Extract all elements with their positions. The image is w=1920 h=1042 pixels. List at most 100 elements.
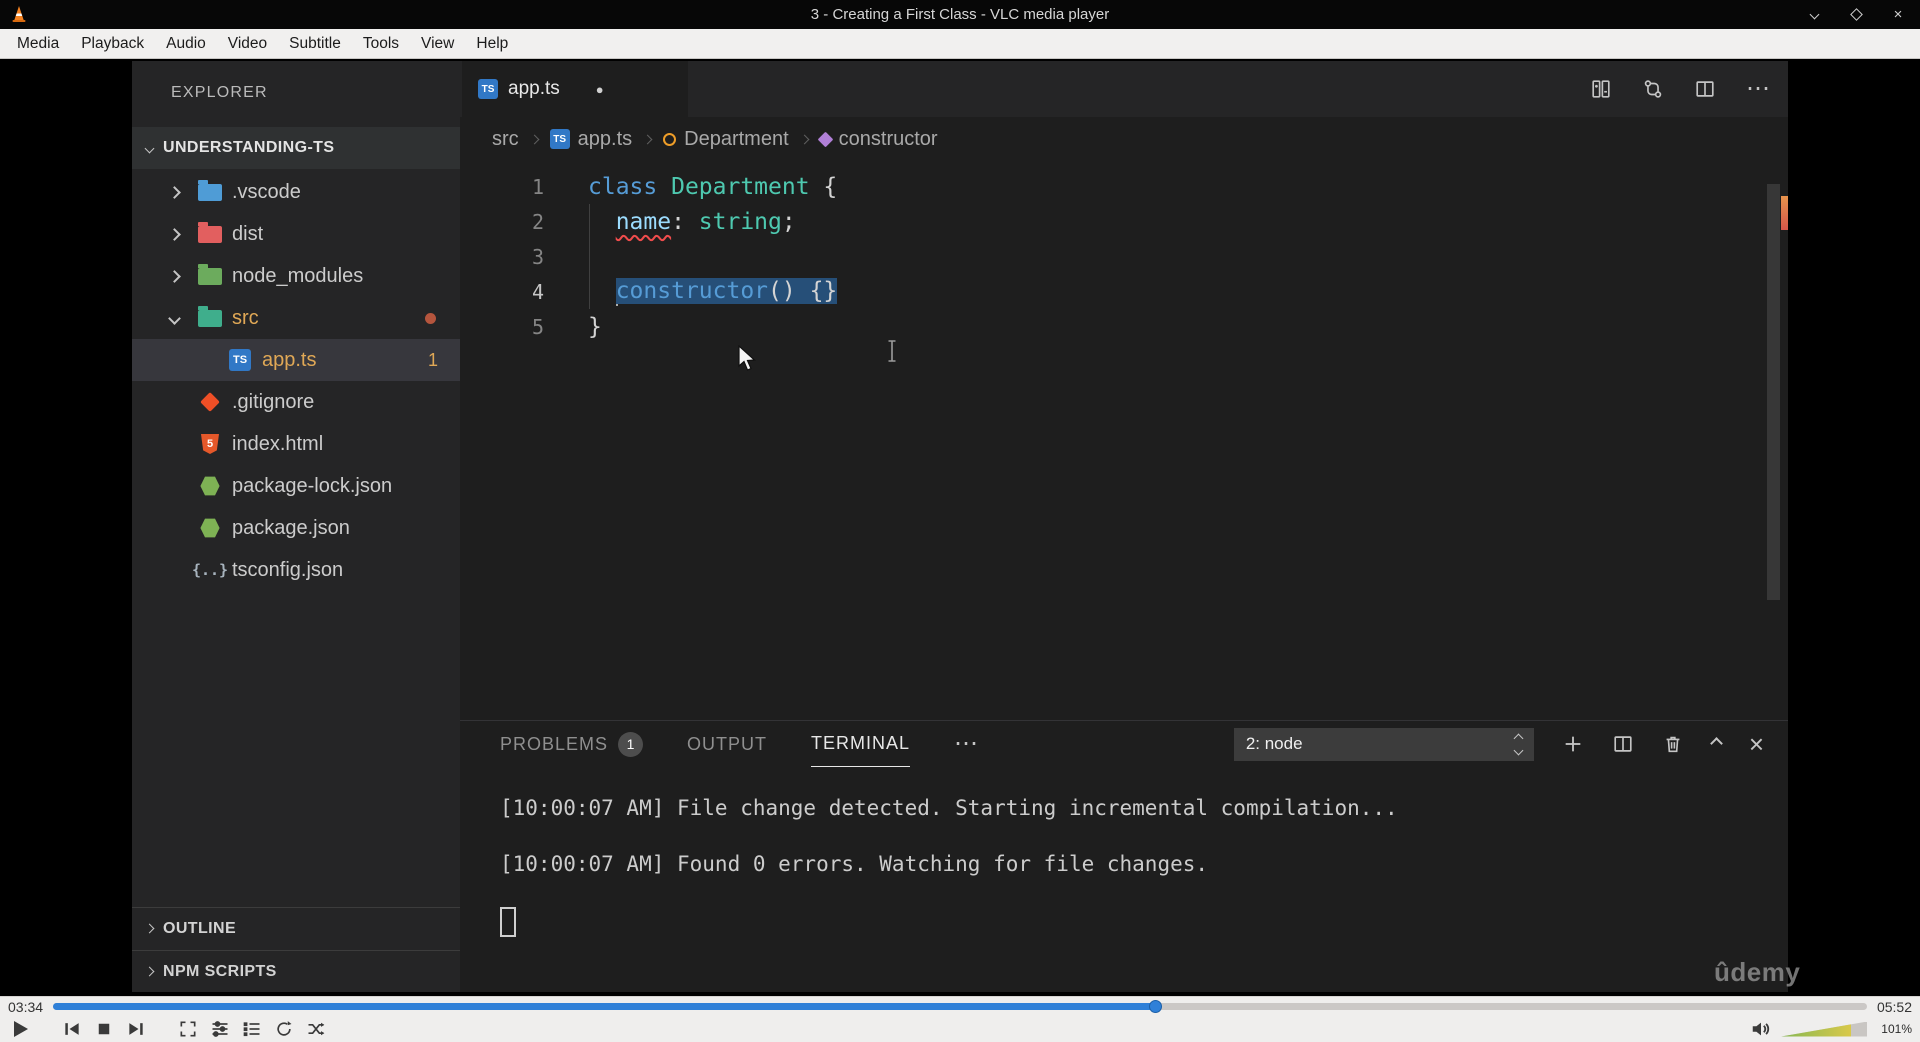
sidebar-item-package-json[interactable]: package.json: [132, 507, 460, 549]
folder-icon: [198, 221, 222, 243]
split-editor-icon[interactable]: [1694, 78, 1716, 100]
fullscreen-button[interactable]: [176, 1017, 200, 1041]
git-file-icon: [200, 392, 220, 412]
menu-subtitle[interactable]: Subtitle: [278, 29, 352, 58]
vlc-window: 3 - Creating a First Class - VLC media p…: [0, 0, 1920, 1042]
folder-icon: [198, 305, 222, 327]
tsconfig-file-icon: {..}: [191, 561, 229, 579]
unsaved-dot-icon: ●: [595, 81, 604, 97]
terminal-output[interactable]: [10:00:07 AM] File change detected. Star…: [460, 767, 1788, 993]
chevron-right-icon: [168, 185, 181, 199]
random-button[interactable]: [304, 1017, 328, 1041]
menu-view[interactable]: View: [410, 29, 465, 58]
terminal-cursor: [500, 907, 516, 937]
playlist-button[interactable]: [240, 1017, 264, 1041]
breadcrumb-department[interactable]: Department: [663, 128, 789, 151]
breadcrumb-constructor[interactable]: constructor: [817, 128, 938, 151]
typescript-file-icon: TS: [478, 79, 498, 99]
code-area[interactable]: 1 class Department { 2 name: string; 3 4…: [460, 161, 1788, 720]
git-compare-icon[interactable]: [1642, 78, 1664, 100]
menu-audio[interactable]: Audio: [155, 29, 217, 58]
more-actions-icon[interactable]: ⋯: [1746, 77, 1770, 101]
menu-media[interactable]: Media: [6, 29, 70, 58]
sidebar-item-src[interactable]: src: [132, 297, 460, 339]
video-area[interactable]: EXPLORER UNDERSTANDING-TS .vscode dist n…: [0, 59, 1920, 996]
typescript-file-icon: TS: [229, 349, 251, 371]
chevron-right-icon: [642, 134, 653, 144]
chevron-down-icon: [144, 143, 155, 153]
previous-button[interactable]: [60, 1017, 84, 1041]
code-line: 1 class Department {: [531, 173, 838, 200]
sidebar-item-app-ts[interactable]: TS app.ts 1: [132, 339, 460, 381]
split-terminal-icon[interactable]: [1612, 733, 1634, 755]
minimize-button[interactable]: [1806, 7, 1822, 23]
constructor-symbol-icon: [817, 131, 833, 147]
terminal-panel: PROBLEMS 1 OUTPUT TERMINAL ⋯ 2: node × […: [460, 720, 1788, 992]
tab-output[interactable]: OUTPUT: [687, 721, 767, 767]
code-line: 2 name: string;: [531, 208, 796, 235]
typescript-file-icon: TS: [549, 129, 570, 149]
stop-button[interactable]: [92, 1017, 116, 1041]
chevron-right-icon: [799, 134, 810, 144]
text-selection: constructor() {}: [615, 278, 838, 304]
sidebar-item-package-lock-json[interactable]: package-lock.json: [132, 465, 460, 507]
sidebar-item-tsconfig-json[interactable]: {..} tsconfig.json: [132, 549, 460, 591]
tab-terminal[interactable]: TERMINAL: [811, 721, 911, 767]
tab-problems[interactable]: PROBLEMS 1: [500, 721, 644, 767]
vlc-menubar: Media Playback Audio Video Subtitle Tool…: [0, 29, 1920, 59]
file-tree: .vscode dist node_modules src TS app.ts …: [132, 171, 460, 591]
open-changes-icon[interactable]: [1590, 78, 1612, 100]
chevron-down-icon: [168, 311, 181, 325]
code-line: 4 constructor() {}: [531, 277, 838, 306]
sidebar-item-node-modules[interactable]: node_modules: [132, 255, 460, 297]
chevron-right-icon: [168, 227, 181, 241]
folder-icon: [198, 263, 222, 285]
menu-help[interactable]: Help: [465, 29, 519, 58]
vlc-titlebar: 3 - Creating a First Class - VLC media p…: [0, 0, 1920, 29]
menu-video[interactable]: Video: [217, 29, 278, 58]
sidebar-item-vscode[interactable]: .vscode: [132, 171, 460, 213]
tab-app-ts[interactable]: TS app.ts ●: [462, 61, 688, 117]
extended-settings-button[interactable]: [208, 1017, 232, 1041]
menu-playback[interactable]: Playback: [70, 29, 155, 58]
next-button[interactable]: [124, 1017, 148, 1041]
breadcrumb-app-ts[interactable]: TS app.ts: [549, 128, 632, 151]
seek-slider[interactable]: [53, 1000, 1867, 1013]
select-arrows-icon: [1513, 733, 1524, 755]
chevron-right-icon: [529, 134, 540, 144]
vlc-seekbar-row: 03:34 05:52: [0, 996, 1920, 1016]
maximize-panel-icon[interactable]: [1709, 735, 1723, 753]
elapsed-time: 03:34: [8, 998, 44, 1015]
terminal-selector[interactable]: 2: node: [1233, 727, 1534, 761]
seek-handle[interactable]: [1148, 1000, 1162, 1013]
sidebar-section-npm-scripts[interactable]: NPM SCRIPTS: [132, 950, 460, 992]
new-terminal-icon[interactable]: [1562, 733, 1584, 755]
window-title: 3 - Creating a First Class - VLC media p…: [810, 6, 1110, 23]
sidebar-item-index-html[interactable]: 5 index.html: [132, 423, 460, 465]
maximize-button[interactable]: [1848, 7, 1864, 23]
sidebar-section-outline[interactable]: OUTLINE: [132, 907, 460, 949]
class-symbol-icon: [663, 132, 677, 146]
panel-more-actions-icon[interactable]: ⋯: [954, 732, 978, 756]
chevron-right-icon: [144, 966, 155, 977]
sidebar-item-dist[interactable]: dist: [132, 213, 460, 255]
npm-file-icon: [200, 476, 220, 496]
editor-scrollbar[interactable]: [1767, 184, 1780, 600]
sidebar-item-gitignore[interactable]: .gitignore: [132, 381, 460, 423]
breadcrumb: src TS app.ts Department constructor: [460, 117, 1788, 161]
loop-button[interactable]: [272, 1017, 296, 1041]
sidebar-root-folder[interactable]: UNDERSTANDING-TS: [132, 127, 460, 169]
volume-icon[interactable]: [1749, 1017, 1773, 1041]
menu-tools[interactable]: Tools: [352, 29, 410, 58]
overview-error-marker: [1781, 196, 1788, 230]
modified-dot-badge: [425, 312, 436, 324]
close-panel-icon[interactable]: ×: [1749, 729, 1764, 760]
close-button[interactable]: ×: [1890, 6, 1906, 23]
kill-terminal-icon[interactable]: [1662, 733, 1684, 755]
play-button[interactable]: [8, 1017, 32, 1041]
html-file-icon: 5: [201, 434, 219, 454]
breadcrumb-src[interactable]: src: [492, 128, 519, 151]
npm-file-icon: [200, 518, 220, 538]
total-time: 05:52: [1876, 998, 1912, 1015]
volume-slider[interactable]: [1781, 1021, 1868, 1037]
